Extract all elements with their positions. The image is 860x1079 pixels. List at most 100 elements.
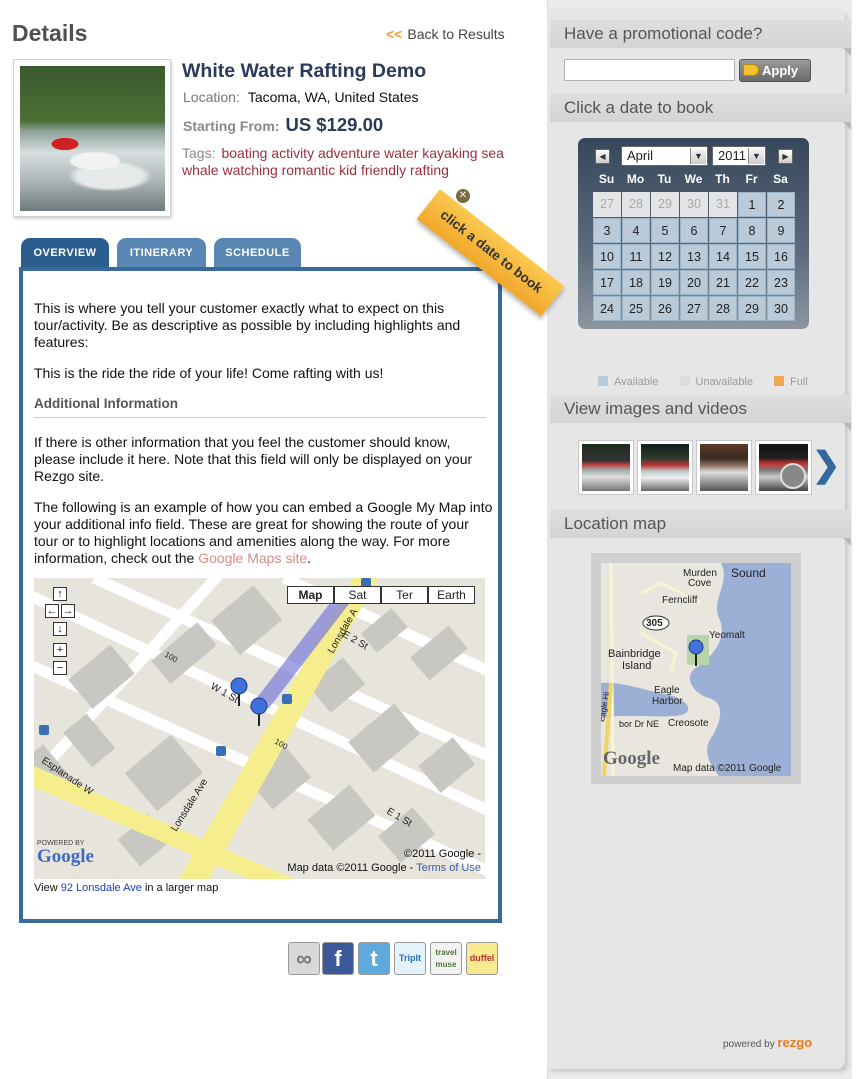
weekday-header: Tu (657, 172, 672, 186)
calendar-day-available[interactable]: 4 (622, 218, 650, 243)
calendar-day-available[interactable]: 29 (738, 296, 766, 321)
tripit-icon[interactable]: TripIt (394, 942, 426, 975)
legend-swatch-full (774, 376, 785, 386)
map-label-route: 305 (646, 618, 663, 629)
terms-of-use-link[interactable]: Terms of Use (416, 862, 481, 874)
calendar-day-available[interactable]: 17 (593, 270, 621, 295)
tab-itinerary[interactable]: ITINERARY (117, 238, 206, 269)
facebook-icon[interactable]: f (322, 942, 354, 975)
map-type-map-button[interactable]: Map (287, 586, 334, 604)
month-select[interactable]: April ▼ (621, 146, 708, 166)
calendar-day-available[interactable]: 15 (738, 244, 766, 269)
media-thumbnail[interactable] (696, 440, 752, 495)
calendar-day-available[interactable]: 2 (767, 192, 795, 217)
location-map-copyright: Map data ©2011 Google (673, 763, 782, 774)
powered-by-rezgo[interactable]: powered by rezgo (723, 1035, 812, 1050)
pan-left-icon[interactable]: ← (45, 604, 59, 618)
next-month-icon[interactable]: ▶ (778, 149, 793, 164)
location-label: Location: (183, 89, 240, 105)
apply-button[interactable]: Apply (739, 59, 811, 82)
calendar-day-available[interactable]: 18 (622, 270, 650, 295)
twitter-icon[interactable]: t (358, 942, 390, 975)
tab-overview[interactable]: OVERVIEW (21, 238, 109, 269)
calendar-day-available[interactable]: 10 (593, 244, 621, 269)
map-label-sound: Sound (731, 566, 766, 580)
pan-right-icon[interactable]: → (61, 604, 75, 618)
calendar-day-available[interactable]: 12 (651, 244, 679, 269)
view-prefix: View (34, 882, 58, 894)
pan-up-icon[interactable]: ↑ (53, 587, 67, 601)
pan-down-icon[interactable]: ↓ (53, 622, 67, 636)
book-heading: Click a date to book (550, 94, 851, 130)
overview-paragraph-3: If there is other information that you f… (34, 434, 473, 484)
legend-swatch-available (598, 376, 608, 386)
calendar-legend: Available Unavailable Full (598, 376, 826, 388)
view-larger-link[interactable]: 92 Lonsdale Ave (61, 882, 142, 894)
chevron-right-icon[interactable]: ❯ (812, 445, 841, 485)
google-logo[interactable]: Google (37, 846, 94, 868)
media-thumbnail[interactable] (637, 440, 693, 495)
calendar-day-available[interactable]: 21 (709, 270, 737, 295)
calendar-day-available[interactable]: 24 (593, 296, 621, 321)
calendar-day-available[interactable]: 27 (680, 296, 708, 321)
calendar-day-available[interactable]: 13 (680, 244, 708, 269)
overview-paragraph-4: The following is an example of how you c… (34, 499, 494, 567)
weekday-header: Th (715, 172, 730, 186)
zoom-out-icon[interactable]: − (53, 661, 67, 675)
calendar-day-available[interactable]: 11 (622, 244, 650, 269)
back-label: Back to Results (407, 26, 505, 42)
tags-links[interactable]: boating activity adventure water kayakin… (182, 145, 504, 178)
calendar-day-available[interactable]: 5 (651, 218, 679, 243)
media-video-thumbnail[interactable] (755, 440, 812, 495)
media-image-1 (582, 444, 630, 491)
calendar-day-available[interactable]: 3 (593, 218, 621, 243)
calendar-day-available[interactable]: 6 (680, 218, 708, 243)
calendar-day-outside: 30 (680, 192, 708, 217)
tour-thumbnail[interactable] (13, 59, 171, 217)
calendar-day-available[interactable]: 19 (651, 270, 679, 295)
calendar-day-available[interactable]: 20 (680, 270, 708, 295)
calendar-day-available[interactable]: 22 (738, 270, 766, 295)
map-type-earth-button[interactable]: Earth (428, 586, 475, 604)
map-type-terrain-button[interactable]: Ter (381, 586, 428, 604)
calendar-day-available[interactable]: 30 (767, 296, 795, 321)
calendar-day-available[interactable]: 1 (738, 192, 766, 217)
legend-label-available: Available (614, 376, 659, 388)
media-thumbnail[interactable] (578, 440, 634, 495)
calendar-day-available[interactable]: 7 (709, 218, 737, 243)
prev-month-icon[interactable]: ◀ (595, 149, 610, 164)
back-to-results-link[interactable]: << Back to Results (386, 26, 505, 42)
rezgo-logo: rezgo (777, 1035, 813, 1050)
calendar-day-available[interactable]: 23 (767, 270, 795, 295)
calendar-day-available[interactable]: 28 (709, 296, 737, 321)
calendar-day-available[interactable]: 9 (767, 218, 795, 243)
calendar-day-available[interactable]: 26 (651, 296, 679, 321)
facebook-glyph: f (334, 946, 342, 971)
map-streets-graphic: Lonsdale A E 2 St W 1 St Esplanade W Lon… (34, 578, 485, 879)
calendar-day-available[interactable]: 8 (738, 218, 766, 243)
map-label-bainbridge: Bainbridge (608, 648, 661, 660)
tab-schedule[interactable]: SCHEDULE (214, 238, 301, 269)
promo-code-input[interactable] (564, 59, 735, 81)
twitter-glyph: t (370, 946, 378, 971)
calendar-day-available[interactable]: 25 (622, 296, 650, 321)
google-logo[interactable]: Google (603, 748, 660, 770)
travelmuse-glyph: travel muse (435, 948, 457, 969)
duffel-icon[interactable]: duffel (466, 942, 498, 975)
calendar-day-outside: 29 (651, 192, 679, 217)
calendar-day-available[interactable]: 14 (709, 244, 737, 269)
share-link-icon[interactable]: ∞ (288, 942, 320, 975)
calendar-day-available[interactable]: 16 (767, 244, 795, 269)
map-type-satellite-button[interactable]: Sat (334, 586, 381, 604)
close-icon[interactable]: ✕ (456, 189, 470, 203)
google-maps-site-link[interactable]: Google Maps site (198, 550, 307, 566)
embedded-google-map[interactable]: Lonsdale A E 2 St W 1 St Esplanade W Lon… (34, 578, 485, 879)
legend-label-full: Full (790, 376, 808, 388)
travelmuse-icon[interactable]: travel muse (430, 942, 462, 975)
overview-paragraph-1: This is where you tell your customer exa… (34, 300, 461, 350)
location-map[interactable]: Murden Cove Sound Ferncliff 305 Yeomalt … (591, 553, 801, 784)
zoom-in-icon[interactable]: + (53, 643, 67, 657)
map-label-harbor: Harbor (652, 696, 683, 707)
year-select[interactable]: 2011 ▼ (712, 146, 766, 166)
tripit-glyph: TripIt (399, 953, 421, 963)
